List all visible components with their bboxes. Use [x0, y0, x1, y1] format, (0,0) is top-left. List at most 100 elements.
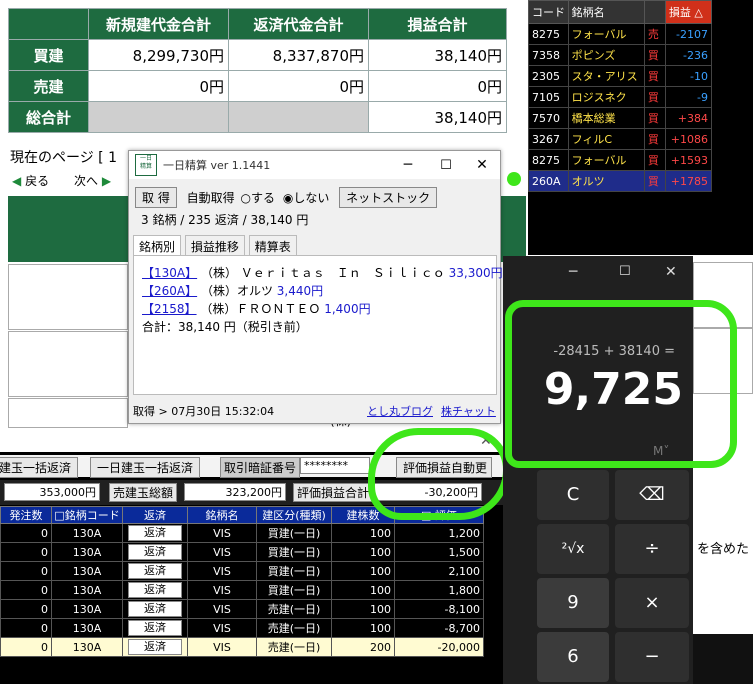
stock-row[interactable]: 8275 フォーバル売 -2107 [528, 23, 713, 45]
stock-row[interactable]: 8275 フォーバル買 +1593 [528, 149, 713, 171]
next-link[interactable]: 次へ ▶ [74, 172, 111, 189]
shares: 100 [331, 561, 395, 581]
list-item: 【260A】 （株）オルツ 3,440円 [142, 282, 323, 299]
close-icon[interactable]: ✕ [665, 264, 677, 280]
blog-link[interactable]: とし丸ブログ [367, 403, 433, 419]
stock-code: 8275 [528, 149, 569, 171]
table-row[interactable]: 0 130A 返済 VIS 買建(一日) 100 1,500 [0, 542, 484, 562]
radio-off[interactable]: ◉しない [283, 191, 330, 205]
table-row[interactable]: 0 130A 返済 VIS 売建(一日) 200 -20,000 [0, 637, 484, 657]
pin-label: 取引暗証番号 [220, 457, 301, 478]
table-row[interactable]: 0 130A 返済 VIS 買建(一日) 100 2,100 [0, 561, 484, 581]
col-type[interactable]: 建区分(種類) [256, 506, 332, 524]
pnl: 1,200 [394, 523, 484, 543]
stock-row[interactable]: 3267 フィルC 買 +1086 [528, 128, 713, 150]
tab-settlement[interactable]: 精算表 [248, 235, 297, 257]
qty[interactable]: 0 [0, 599, 52, 619]
qty[interactable]: 0 [0, 561, 52, 581]
col-name[interactable]: 銘柄名 [567, 0, 645, 24]
radio-on[interactable]: ○する [241, 191, 276, 205]
qty[interactable]: 0 [0, 580, 52, 600]
current-page-label: 現在のページ [ 1 [10, 150, 117, 166]
stock-code-link[interactable]: 【260A】 [142, 284, 197, 298]
tab-pnl-trend[interactable]: 損益推移 [184, 235, 245, 257]
repay-cell: 返済 [122, 523, 188, 543]
table-row[interactable]: 0 130A 返済 VIS 売建(一日) 100 -8,700 [0, 618, 484, 638]
summary-value: 0円 [88, 70, 229, 102]
repay-button[interactable]: 返済 [128, 639, 182, 655]
name: VIS [187, 561, 257, 581]
minimize-icon[interactable]: ─ [388, 157, 428, 173]
summary-header: 損益合計 [368, 8, 507, 40]
tab-by-stock[interactable]: 銘柄別 [133, 235, 182, 257]
summary-table: 新規建代金合計 返済代金合計 損益合計 買建 8,299,730円 8,337,… [8, 8, 507, 133]
minimize-icon[interactable]: ─ [569, 264, 577, 280]
stock-row[interactable]: 7105 ロジスネク買 -9 [528, 86, 713, 108]
calc-key[interactable]: − [615, 632, 689, 682]
col-name[interactable]: 銘柄名 [187, 506, 257, 524]
calc-key[interactable]: C [537, 470, 609, 520]
maximize-icon[interactable]: ☐ [428, 158, 464, 173]
stock-row[interactable]: 7358 ポピンズ買 -236 [528, 44, 713, 66]
pin-input[interactable]: ******** [300, 457, 370, 474]
bulk-repay-button[interactable]: 建玉一括返済 [0, 457, 79, 478]
qty[interactable]: 0 [0, 618, 52, 638]
ichinichi-titlebar[interactable]: 一日 精算 一日精算 ver 1.1441 ─ ☐ ✕ [129, 151, 500, 179]
repay-button[interactable]: 返済 [128, 601, 182, 617]
col-code[interactable]: □銘柄コード [51, 506, 123, 524]
stock-code: 260A [528, 170, 569, 192]
day-bulk-repay-button[interactable]: 一日建玉一括返済 [90, 457, 201, 478]
maximize-icon[interactable]: ☐ [619, 264, 631, 279]
stock-name: フォーバル [567, 149, 645, 171]
type: 売建(一日) [256, 599, 332, 619]
col-code[interactable]: コード [528, 0, 569, 24]
back-link[interactable]: ◀ 戻る [12, 172, 49, 189]
stock-code-link[interactable]: 【130A】 [142, 266, 197, 280]
qty[interactable]: 0 [0, 637, 52, 657]
repay-button[interactable]: 返済 [128, 563, 182, 579]
chart-link[interactable]: 株チャット [441, 403, 496, 419]
type: 買建(一日) [256, 542, 332, 562]
shares: 100 [331, 618, 395, 638]
stock-side: 売 [643, 23, 666, 45]
calc-key[interactable]: ÷ [615, 524, 689, 574]
stock-row[interactable]: 2305 スタ・アリス買 -10 [528, 65, 713, 87]
qty[interactable]: 0 [0, 542, 52, 562]
col-side[interactable] [643, 0, 666, 24]
code: 130A [51, 637, 123, 657]
calc-key[interactable]: 6 [537, 632, 609, 682]
calc-key[interactable]: ²√x [537, 524, 609, 574]
stock-code-link[interactable]: 【2158】 [142, 302, 197, 316]
repay-button[interactable]: 返済 [128, 525, 182, 541]
stock-row[interactable]: 7570 橋本総業買 +384 [528, 107, 713, 129]
stock-side: 買 [643, 149, 666, 171]
calc-key[interactable]: × [615, 578, 689, 628]
backspace-icon[interactable]: ⌫ [615, 470, 689, 520]
ichinichi-summary: 3 銘柄 / 235 返済 / 38,140 円 [141, 213, 309, 227]
next-arrow-icon: ▶ [101, 174, 112, 188]
col-pnl[interactable]: 損益 △ [664, 0, 713, 24]
repay-button[interactable]: 返済 [128, 544, 182, 560]
netstock-button[interactable]: ネットストック [339, 187, 438, 208]
back-label: 戻る [25, 174, 50, 188]
summary-header: 返済代金合計 [228, 8, 369, 40]
calc-key[interactable]: 9 [537, 578, 609, 628]
ichinichi-title: 一日精算 ver 1.1441 [163, 159, 271, 172]
pnl: 1,500 [394, 542, 484, 562]
table-row[interactable]: 0 130A 返済 VIS 売建(一日) 100 -8,100 [0, 599, 484, 619]
col-qty[interactable]: 発注数 [0, 506, 52, 524]
get-button[interactable]: 取 得 [135, 187, 177, 208]
repay-button[interactable]: 返済 [128, 582, 182, 598]
stock-pnl: +1086 [664, 128, 713, 150]
sell-total-value: 323,200円 [184, 483, 286, 501]
stock-row[interactable]: 260A オルツ買 +1785 [528, 170, 713, 192]
stock-name: ポピンズ [567, 44, 645, 66]
table-row[interactable]: 0 130A 返済 VIS 買建(一日) 100 1,800 [0, 580, 484, 600]
table-row[interactable]: 0 130A 返済 VIS 買建(一日) 100 1,200 [0, 523, 484, 543]
stock-code: 7358 [528, 44, 569, 66]
repay-button[interactable]: 返済 [128, 620, 182, 636]
stock-ranking-table: コード 銘柄名 損益 △ 8275 フォーバル売 -2107 7358 ポピンズ買 -2… [528, 0, 713, 192]
close-icon[interactable]: ✕ [464, 157, 500, 173]
qty[interactable]: 0 [0, 523, 52, 543]
sell-total-label: 売建玉総額 [109, 483, 178, 502]
